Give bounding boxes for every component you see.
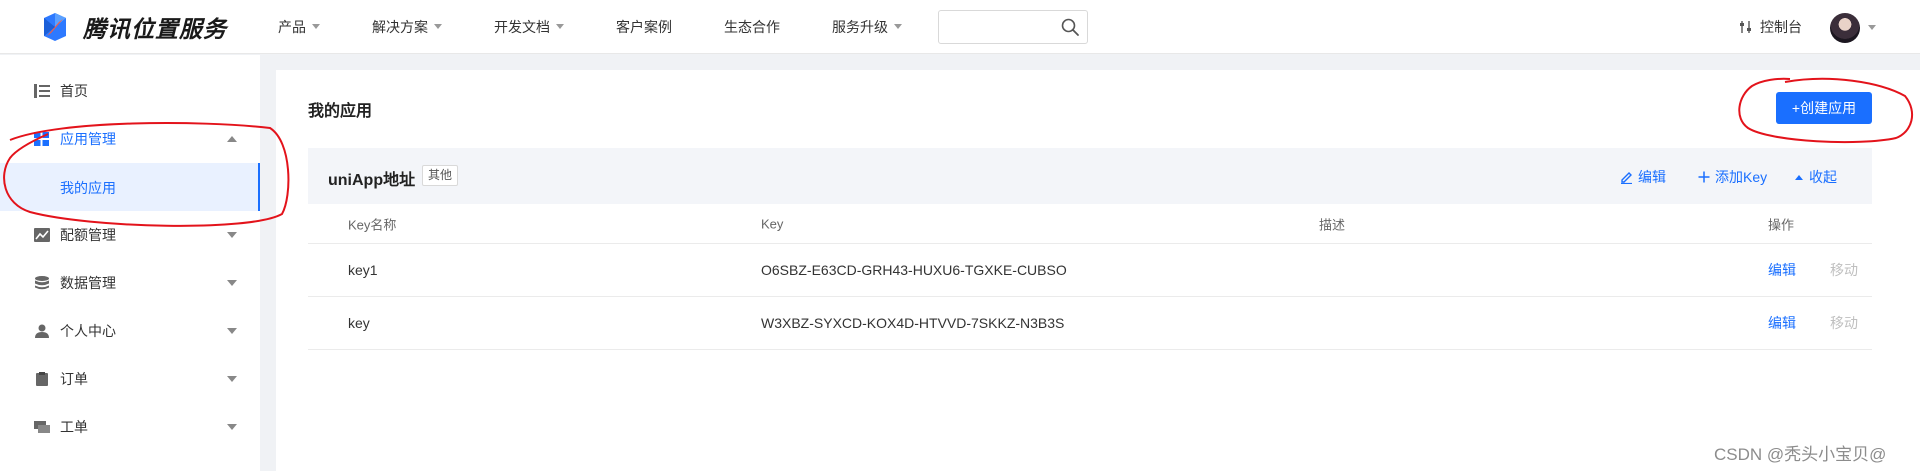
- sidebar-item-label: 数据管理: [60, 275, 116, 291]
- list-icon: [34, 84, 50, 98]
- sidebar-item-label: 工单: [60, 419, 88, 435]
- nav-label: 解决方案: [372, 18, 428, 35]
- chevron-up-icon: [227, 136, 237, 142]
- search-icon[interactable]: [1060, 17, 1080, 37]
- user-icon: [35, 324, 49, 338]
- compass-logo-icon: [44, 12, 66, 41]
- chevron-down-icon: [434, 24, 442, 29]
- app-card-header: uniApp地址 其他 编辑 添加Key 收起: [308, 148, 1872, 204]
- nav-label: 客户案例: [616, 18, 672, 35]
- sidebar-item-quota[interactable]: 配额管理: [0, 211, 260, 259]
- nav-item-products[interactable]: 产品: [278, 17, 320, 37]
- avatar[interactable]: [1830, 13, 1860, 43]
- sliders-icon: [1740, 21, 1751, 33]
- chevron-down-icon: [227, 232, 237, 238]
- column-header-op: 操作: [1768, 217, 1795, 232]
- ticket-icon: [34, 421, 50, 433]
- sidebar-item-label: 我的应用: [60, 180, 116, 196]
- sidebar-subitem-my-apps[interactable]: 我的应用: [0, 163, 260, 211]
- table-row: key1 O6SBZ-E63CD-GRH43-HUXU6-TGXKE-CUBSO…: [308, 244, 1872, 297]
- sidebar-item-tickets[interactable]: 工单: [0, 403, 260, 451]
- sidebar-item-label: 应用管理: [60, 131, 116, 147]
- grid-icon: [34, 132, 49, 146]
- chevron-down-icon: [227, 376, 237, 382]
- caret-up-icon: [1795, 175, 1803, 180]
- move-key-button[interactable]: 移动: [1830, 313, 1858, 333]
- key-value: W3XBZ-SYXCD-KOX4D-HTVVD-7SKKZ-N3B3S: [761, 315, 1065, 331]
- sidebar-item-app-management[interactable]: 应用管理: [0, 115, 260, 163]
- sidebar-item-label: 首页: [60, 83, 88, 99]
- chart-icon: [34, 228, 50, 242]
- nav-label: 生态合作: [724, 18, 780, 35]
- table-header: Key名称 Key 描述 操作: [308, 204, 1872, 244]
- sidebar-item-data[interactable]: 数据管理: [0, 259, 260, 307]
- action-label: 收起: [1809, 169, 1837, 185]
- sidebar-item-orders[interactable]: 订单: [0, 355, 260, 403]
- chevron-down-icon: [227, 280, 237, 286]
- nav-item-ecosystem[interactable]: 生态合作: [724, 17, 780, 37]
- nav-label: 服务升级: [832, 18, 888, 35]
- action-label: 添加Key: [1715, 169, 1768, 185]
- sidebar-item-label: 配额管理: [60, 227, 116, 243]
- search-input[interactable]: [947, 11, 1059, 43]
- app-tag: 其他: [422, 165, 459, 186]
- add-key-button[interactable]: 添加Key: [1698, 167, 1767, 187]
- sidebar-item-profile[interactable]: 个人中心: [0, 307, 260, 355]
- console-link[interactable]: 控制台: [1738, 17, 1802, 37]
- move-key-button[interactable]: 移动: [1830, 260, 1858, 280]
- sidebar-item-home[interactable]: 首页: [0, 67, 260, 115]
- sidebar-item-label: 订单: [60, 371, 88, 387]
- nav-label: 产品: [278, 18, 306, 35]
- main-content: 我的应用 +创建应用 uniApp地址 其他 编辑 添加Key 收起 Key名称…: [276, 70, 1920, 471]
- edit-key-button[interactable]: 编辑: [1768, 313, 1796, 333]
- nav-item-docs[interactable]: 开发文档: [494, 17, 564, 37]
- chevron-down-icon: [894, 24, 902, 29]
- key-value: O6SBZ-E63CD-GRH43-HUXU6-TGXKE-CUBSO: [761, 262, 1067, 278]
- sidebar: 首页 应用管理 我的应用 配额管理 数据管理 个人中心 订单 工单: [0, 55, 260, 471]
- chevron-down-icon: [312, 24, 320, 29]
- action-label: 编辑: [1638, 169, 1666, 185]
- pencil-icon: [1621, 171, 1632, 184]
- chevron-down-icon: [227, 328, 237, 334]
- create-app-button[interactable]: +创建应用: [1776, 92, 1872, 124]
- nav-item-solutions[interactable]: 解决方案: [372, 17, 442, 37]
- edit-key-button[interactable]: 编辑: [1768, 260, 1796, 280]
- key-table: Key名称 Key 描述 操作 key1 O6SBZ-E63CD-GRH43-H…: [308, 204, 1872, 350]
- column-header-key: Key: [761, 216, 784, 231]
- sidebar-item-label: 个人中心: [60, 323, 116, 339]
- edit-app-button[interactable]: 编辑: [1620, 167, 1666, 187]
- nav-item-cases[interactable]: 客户案例: [616, 17, 672, 37]
- database-icon: [35, 276, 49, 290]
- chevron-down-icon: [227, 424, 237, 430]
- page-title: 我的应用: [308, 103, 373, 120]
- logo[interactable]: 腾讯位置服务: [38, 10, 262, 44]
- console-label: 控制台: [1760, 19, 1802, 35]
- watermark: CSDN @秃头小宝贝@: [1714, 445, 1887, 464]
- column-header-desc: 描述: [1319, 217, 1346, 232]
- collapse-button[interactable]: 收起: [1794, 167, 1837, 187]
- key-name: key: [348, 315, 370, 331]
- top-navigation: 腾讯位置服务 产品 解决方案 开发文档 客户案例 生态合作 服务升级 控制台: [0, 0, 1920, 54]
- plus-icon: [1698, 171, 1710, 183]
- clipboard-icon: [36, 372, 48, 386]
- nav-label: 开发文档: [494, 18, 550, 35]
- key-name: key1: [348, 262, 378, 278]
- chevron-down-icon: [556, 24, 564, 29]
- search-box: [938, 10, 1088, 44]
- logo-text: 腾讯位置服务: [83, 15, 227, 42]
- nav-item-upgrade[interactable]: 服务升级: [832, 17, 902, 37]
- app-name: uniApp地址: [328, 172, 416, 189]
- column-header-name: Key名称: [348, 217, 397, 232]
- table-row: key W3XBZ-SYXCD-KOX4D-HTVVD-7SKKZ-N3B3S …: [308, 297, 1872, 350]
- chevron-down-icon[interactable]: [1868, 25, 1876, 30]
- main-nav: 产品 解决方案 开发文档 客户案例 生态合作 服务升级: [278, 17, 954, 37]
